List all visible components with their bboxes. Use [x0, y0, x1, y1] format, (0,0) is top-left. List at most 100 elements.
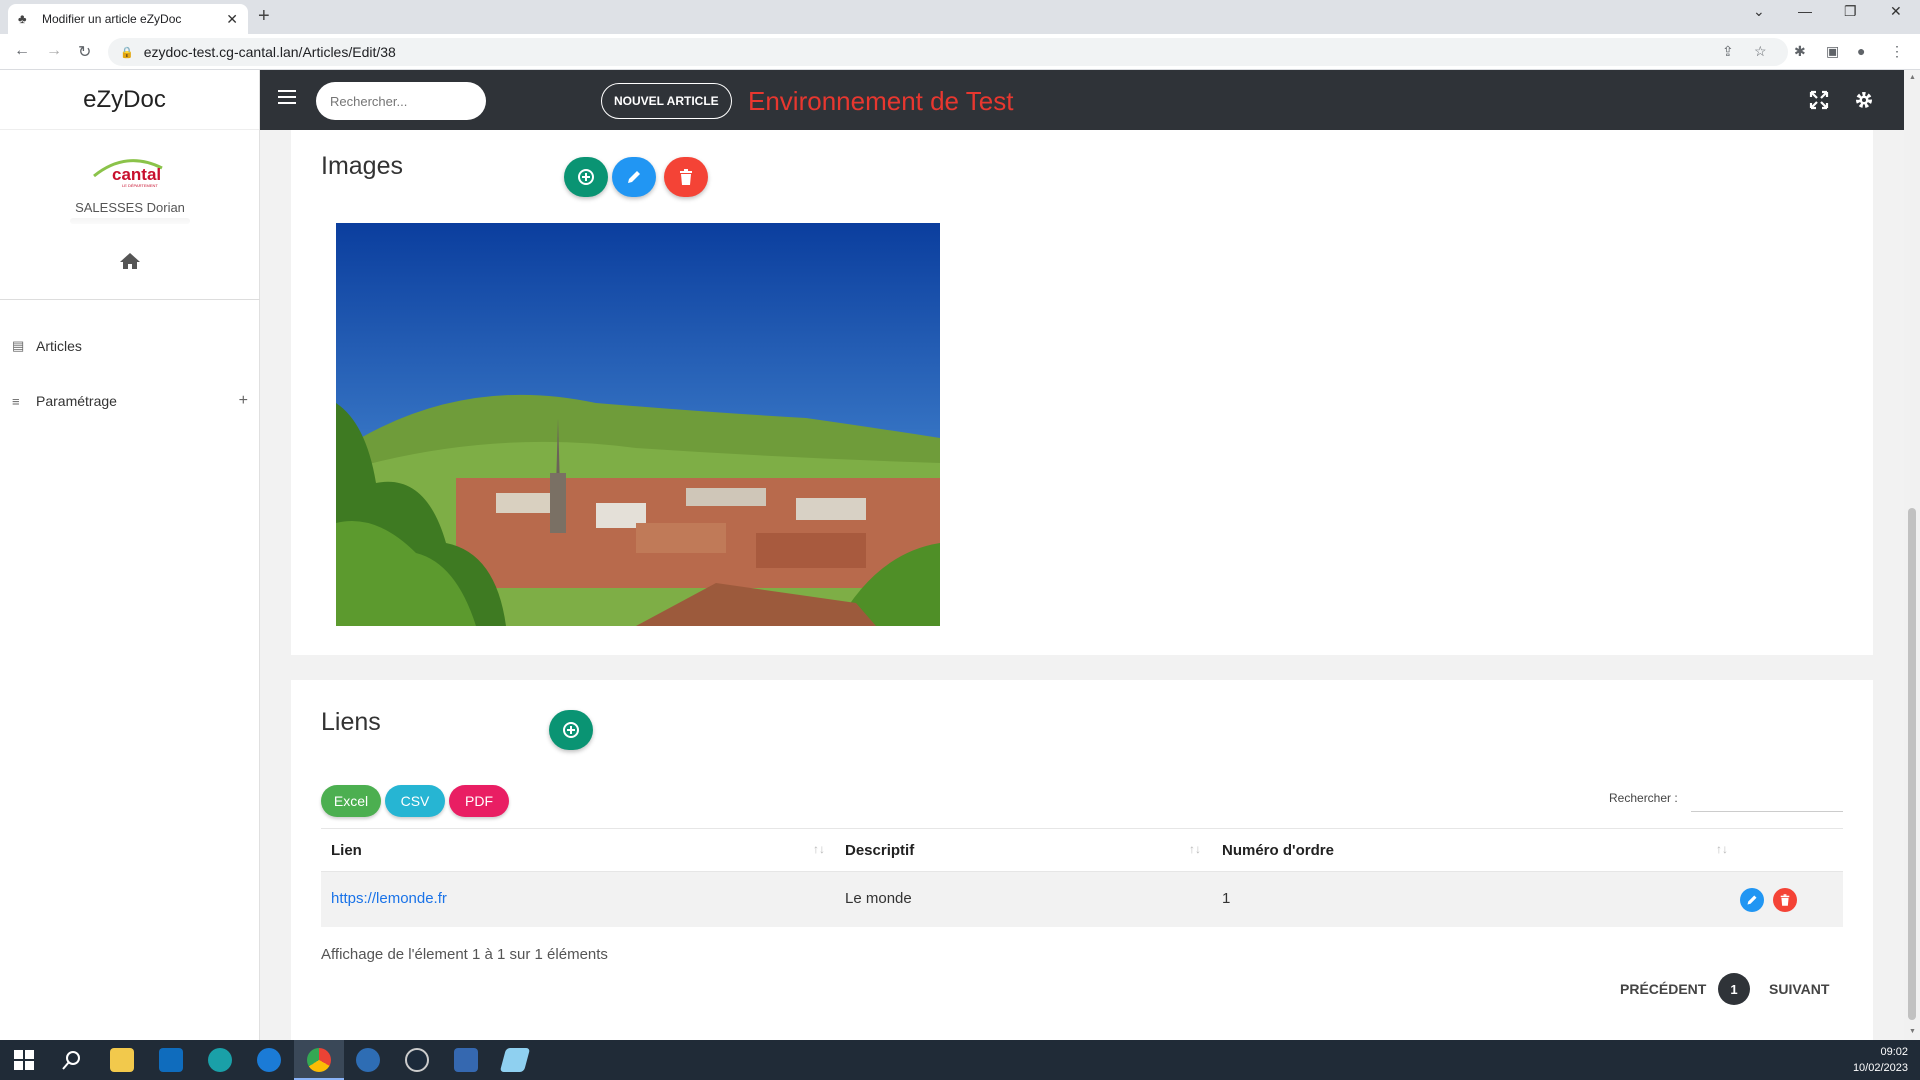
article-image[interactable] [336, 223, 940, 626]
chrome-icon[interactable] [307, 1048, 331, 1072]
table-info: Affichage de l'élement 1 à 1 sur 1 éléme… [321, 946, 608, 963]
lock-app-icon[interactable] [405, 1048, 429, 1072]
forward-icon[interactable]: → [46, 42, 62, 60]
pencil-icon [1747, 895, 1757, 905]
internet-explorer-icon[interactable] [257, 1048, 281, 1072]
images-card: Images [291, 130, 1873, 655]
edit-image-button[interactable] [612, 157, 656, 197]
delete-link-button[interactable] [1773, 888, 1797, 912]
export-csv-button[interactable]: CSV [385, 785, 445, 817]
links-card: Liens Excel CSV PDF Rechercher : Lien ↑↓… [291, 680, 1873, 1040]
file-explorer-icon[interactable] [110, 1048, 134, 1072]
page-scrollbar[interactable]: ▲ ▼ [1904, 70, 1920, 1040]
link-cell: https://lemonde.fr [331, 890, 447, 907]
scroll-up-icon[interactable]: ▲ [1909, 74, 1916, 81]
address-row: ← → ↻ 🔒 ezydoc-test.cg-cantal.lan/Articl… [0, 34, 1920, 70]
images-title: Images [321, 152, 403, 180]
sidebar: eZyDoc cantal LE DÉPARTEMENT SALESSES Do… [0, 70, 260, 1040]
new-article-button[interactable]: NOUVEL ARTICLE [601, 83, 732, 119]
sort-icon[interactable]: ↑↓ [813, 842, 825, 856]
browser-tab[interactable]: ♣ Modifier un article eZyDoc ✕ [8, 4, 248, 34]
pencil-icon [628, 171, 640, 183]
scroll-thumb[interactable] [1908, 508, 1916, 1020]
sidebar-item-articles[interactable]: ▤ Articles [12, 338, 248, 354]
sidebar-item-label: Articles [36, 338, 82, 354]
top-header: NOUVEL ARTICLE Environnement de Test [260, 70, 1904, 130]
minimize-icon[interactable]: — [1798, 3, 1812, 19]
global-search-input[interactable] [316, 82, 486, 120]
side-panel-icon[interactable]: ▣ [1826, 43, 1839, 60]
browser-tabbar: ♣ Modifier un article eZyDoc ✕ + ⌄ — ❐ ✕ [0, 0, 1920, 34]
column-header-lien[interactable]: Lien [331, 842, 362, 859]
tab-close-icon[interactable]: ✕ [226, 11, 238, 28]
share-icon[interactable]: ⇪ [1722, 43, 1734, 60]
window-close-icon[interactable]: ✕ [1890, 3, 1902, 20]
add-link-button[interactable] [549, 710, 593, 750]
sort-icon[interactable]: ↑↓ [1716, 842, 1728, 856]
profile-icon[interactable]: ● [1857, 43, 1865, 59]
home-icon[interactable] [119, 252, 141, 270]
sidebar-item-label: Paramétrage [36, 393, 117, 409]
export-excel-button[interactable]: Excel [321, 785, 381, 817]
edge-icon[interactable] [208, 1048, 232, 1072]
user-role-faded [70, 218, 190, 224]
system-clock[interactable]: 09:02 10/02/2023 [1853, 1044, 1908, 1076]
taskbar: 09:02 10/02/2023 [0, 1040, 1920, 1080]
scroll-down-icon[interactable]: ▼ [1909, 1028, 1916, 1035]
sort-icon[interactable]: ↑↓ [1189, 842, 1201, 856]
fullscreen-icon[interactable] [1809, 90, 1829, 110]
previous-page-button[interactable]: PRÉCÉDENT [1620, 981, 1706, 997]
description-cell: Le monde [845, 890, 912, 907]
search-icon[interactable] [60, 1048, 84, 1072]
environment-label: Environnement de Test [748, 86, 1014, 116]
trash-icon [1780, 894, 1790, 906]
sidebar-divider [0, 299, 260, 300]
back-icon[interactable]: ← [14, 42, 30, 60]
app-brand[interactable]: eZyDoc [0, 70, 259, 130]
hamburger-menu-icon[interactable] [278, 90, 296, 106]
extensions-icon[interactable]: ✱ [1794, 43, 1806, 60]
teamviewer-icon[interactable] [356, 1048, 380, 1072]
clock-time: 09:02 [1880, 1046, 1908, 1058]
logo-subtext: LE DÉPARTEMENT [122, 183, 158, 188]
outlook-icon[interactable] [159, 1048, 183, 1072]
reload-icon[interactable]: ↻ [78, 42, 91, 62]
new-tab-icon[interactable]: + [258, 5, 270, 28]
plus-circle-icon [563, 722, 579, 738]
order-cell: 1 [1222, 890, 1231, 907]
edit-link-button[interactable] [1740, 888, 1764, 912]
export-pdf-button[interactable]: PDF [449, 785, 509, 817]
links-title: Liens [321, 708, 381, 736]
clock-date: 10/02/2023 [1852, 1062, 1908, 1074]
logo-text: cantal [112, 165, 161, 184]
page-1-button[interactable]: 1 [1718, 973, 1750, 1005]
link-url[interactable]: https://lemonde.fr [331, 890, 447, 907]
browser-menu-icon[interactable]: ⋮ [1890, 43, 1904, 60]
url-text: ezydoc-test.cg-cantal.lan/Articles/Edit/… [143, 44, 396, 60]
expand-icon[interactable]: + [239, 392, 248, 410]
remote-desktop-icon[interactable] [454, 1048, 478, 1072]
address-bar[interactable]: 🔒 ezydoc-test.cg-cantal.lan/Articles/Edi… [108, 38, 1788, 66]
plus-circle-icon [578, 169, 594, 185]
settings-gear-icon[interactable] [1854, 90, 1874, 110]
list-icon: ≡ [12, 393, 20, 409]
bookmark-star-icon[interactable]: ☆ [1754, 43, 1767, 60]
column-header-descriptif[interactable]: Descriptif [845, 842, 914, 859]
tab-title: Modifier un article eZyDoc [42, 12, 182, 26]
column-header-ordre[interactable]: Numéro d'ordre [1222, 842, 1334, 859]
restore-icon[interactable]: ❐ [1844, 3, 1857, 20]
trash-icon [680, 169, 692, 185]
cantal-logo: cantal LE DÉPARTEMENT [93, 159, 163, 188]
windows-start-icon[interactable] [12, 1048, 36, 1072]
table-search-label: Rechercher : [1609, 791, 1678, 805]
sidebar-item-parametrage[interactable]: ≡ Paramétrage + [12, 392, 248, 410]
tab-search-icon[interactable]: ⌄ [1753, 3, 1765, 20]
tab-favicon-icon: ♣ [18, 11, 27, 26]
notepad-icon[interactable] [499, 1048, 531, 1072]
delete-image-button[interactable] [664, 157, 708, 197]
user-name: SALESSES Dorian [75, 200, 185, 215]
table-header: Lien ↑↓ Descriptif ↑↓ Numéro d'ordre ↑↓ [321, 828, 1843, 872]
table-search-input[interactable] [1691, 811, 1843, 812]
add-image-button[interactable] [564, 157, 608, 197]
next-page-button[interactable]: SUIVANT [1769, 981, 1829, 997]
